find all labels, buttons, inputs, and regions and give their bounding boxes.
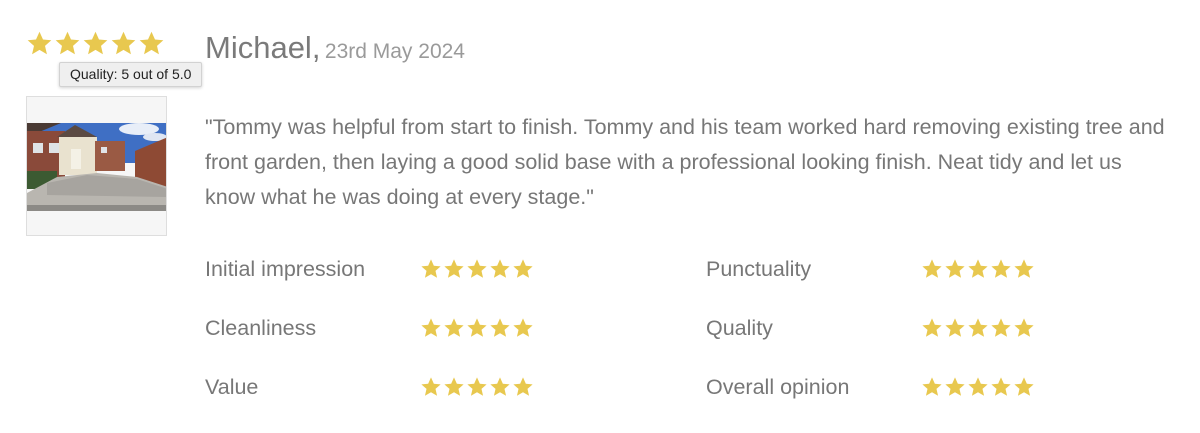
star-icon <box>444 318 464 337</box>
review-header: Michael, 23rd May 2024 <box>205 30 465 66</box>
rating-label: Initial impression <box>205 256 366 281</box>
star-icon <box>467 259 487 278</box>
star-icon <box>421 318 441 337</box>
rating-label: Cleanliness <box>205 315 317 340</box>
star-icon <box>421 259 441 278</box>
reviewer-name: Michael, <box>205 30 321 65</box>
star-icon <box>490 377 510 396</box>
overall-rating-stars[interactable] <box>26 30 165 57</box>
star-icon <box>467 318 487 337</box>
rating-stars[interactable] <box>921 376 1036 398</box>
star-icon <box>968 377 988 396</box>
star-icon <box>922 377 942 396</box>
star-icon <box>513 318 533 337</box>
star-icon <box>922 318 942 337</box>
rating-stars[interactable] <box>420 376 535 398</box>
star-icon <box>490 259 510 278</box>
rating-row-quality: Quality <box>706 311 1036 345</box>
star-icon <box>945 318 965 337</box>
star-icon <box>1014 377 1034 396</box>
star-icon <box>444 259 464 278</box>
star-icon <box>139 31 164 55</box>
star-icon <box>513 377 533 396</box>
star-icon <box>945 259 965 278</box>
star-icon <box>991 259 1011 278</box>
review-text: "Tommy was helpful from start to finish.… <box>205 115 1165 209</box>
review-date: 23rd May 2024 <box>324 40 465 63</box>
rating-label: Punctuality <box>706 256 812 281</box>
star-icon <box>444 377 464 396</box>
star-icon <box>55 31 80 55</box>
rating-label: Overall opinion <box>706 374 850 399</box>
review-card: Michael, 23rd May 2024 "Tommy was helpfu… <box>0 0 1200 433</box>
rating-stars[interactable] <box>921 258 1036 280</box>
rating-row-value: Value <box>205 370 535 404</box>
star-icon <box>421 377 441 396</box>
driveway-photo-icon <box>27 97 166 235</box>
star-icon <box>27 31 52 55</box>
star-icon <box>111 31 136 55</box>
rating-label: Quality <box>706 315 773 340</box>
star-icon <box>991 377 1011 396</box>
rating-row-initial-impression: Initial impression <box>205 252 535 286</box>
rating-stars[interactable] <box>420 317 535 339</box>
star-icon <box>968 318 988 337</box>
star-icon <box>1014 318 1034 337</box>
rating-row-overall-opinion: Overall opinion <box>706 370 1036 404</box>
star-icon <box>991 318 1011 337</box>
star-icon <box>1014 259 1034 278</box>
star-icon <box>513 259 533 278</box>
star-icon <box>83 31 108 55</box>
rating-stars[interactable] <box>921 317 1036 339</box>
star-icon <box>968 259 988 278</box>
rating-stars[interactable] <box>420 258 535 280</box>
rating-label: Value <box>205 374 259 399</box>
rating-tooltip: Quality: 5 out of 5.0 <box>59 62 203 87</box>
review-photo[interactable] <box>26 96 167 236</box>
star-icon <box>922 259 942 278</box>
rating-row-punctuality: Punctuality <box>706 252 1036 286</box>
star-icon <box>945 377 965 396</box>
rating-row-cleanliness: Cleanliness <box>205 311 535 345</box>
star-icon <box>467 377 487 396</box>
star-icon <box>490 318 510 337</box>
